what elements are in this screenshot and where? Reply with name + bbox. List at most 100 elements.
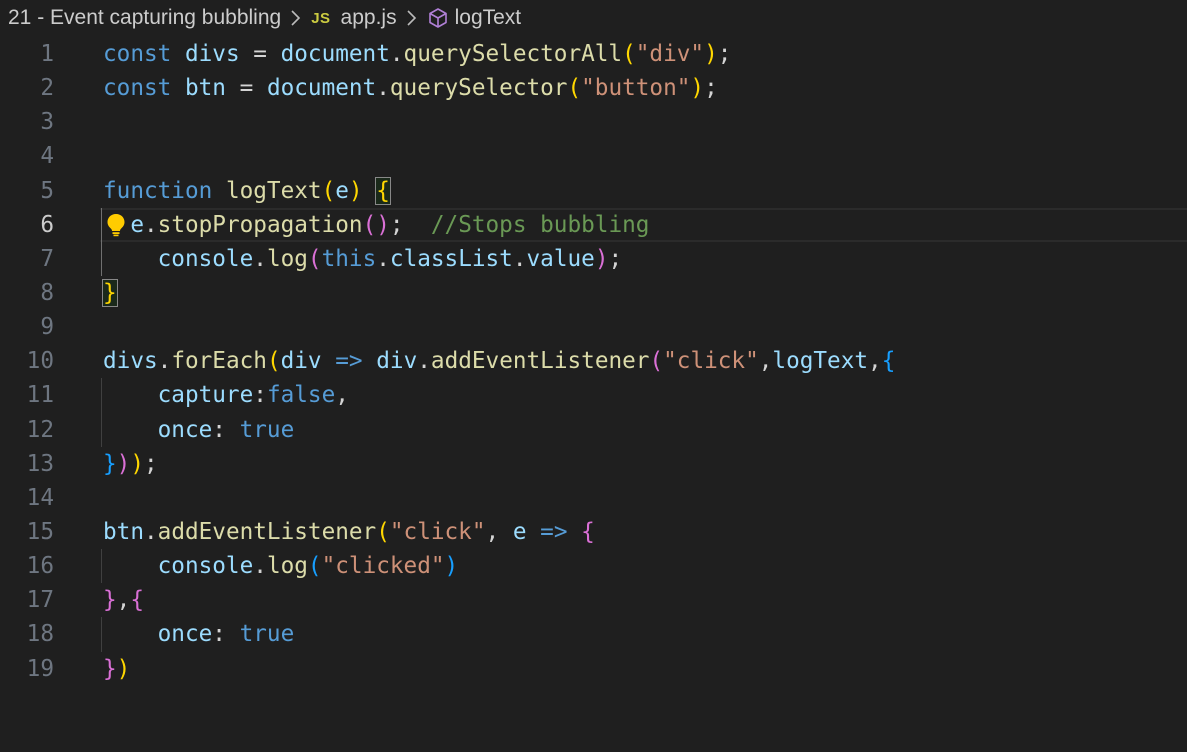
code-token: () xyxy=(362,211,390,238)
code-editor[interactable]: 21 - Event capturing bubbling JS app.js … xyxy=(0,0,1187,752)
code-line[interactable]: 19}) xyxy=(0,652,1187,686)
line-number[interactable]: 1 xyxy=(0,37,54,71)
line-number[interactable]: 4 xyxy=(0,139,54,173)
line-number[interactable]: 2 xyxy=(0,71,54,105)
code-token: ; xyxy=(144,450,158,477)
line-number[interactable]: 16 xyxy=(0,549,54,583)
line-number[interactable]: 15 xyxy=(0,515,54,549)
code-line[interactable]: 16 console.log("clicked") xyxy=(0,549,1187,584)
line-number[interactable]: 14 xyxy=(0,481,54,515)
line-number[interactable]: 3 xyxy=(0,105,54,139)
code-token: log xyxy=(266,553,308,580)
code-area[interactable]: 1 const divs = document.querySelectorAll(… xyxy=(0,37,1187,686)
breadcrumb-symbol[interactable]: logText xyxy=(455,6,522,30)
line-number[interactable]: 8 xyxy=(0,276,54,310)
line-number[interactable]: 13 xyxy=(0,447,54,481)
code-text: function logText(e) { xyxy=(103,174,391,208)
code-token: , xyxy=(335,382,349,409)
code-token: , xyxy=(485,518,513,545)
line-number[interactable]: 19 xyxy=(0,652,54,686)
code-token: } xyxy=(102,278,118,307)
code-token: e xyxy=(512,518,541,545)
code-line[interactable]: 7 console.log(this.classList.value); xyxy=(0,241,1187,276)
code-token: document xyxy=(266,75,377,102)
line-number[interactable]: 9 xyxy=(0,310,54,344)
code-line[interactable]: 1 const divs = document.querySelectorAll(… xyxy=(0,37,1187,71)
code-token: ( xyxy=(649,348,664,375)
code-token: once xyxy=(157,416,213,443)
code-token: capture xyxy=(157,382,254,409)
code-line[interactable]: 8} xyxy=(0,276,1187,310)
code-line[interactable]: 2 const btn = document.querySelector("but… xyxy=(0,71,1187,105)
line-number[interactable]: 5 xyxy=(0,174,54,208)
code-text: once: true xyxy=(103,617,295,651)
code-token: . xyxy=(253,553,267,580)
chevron-right-icon xyxy=(289,9,301,27)
line-number[interactable]: 18 xyxy=(0,617,54,651)
code-line[interactable]: 15 btn.addEventListener("click", e => { xyxy=(0,515,1187,549)
code-token: . xyxy=(512,245,527,272)
code-text: once: true xyxy=(103,413,295,447)
code-text: const btn = document.querySelector("butt… xyxy=(103,71,718,105)
code-token: //Stops bubbling xyxy=(430,211,650,238)
code-line[interactable]: 3 xyxy=(0,105,1187,139)
code-token: . xyxy=(376,75,390,102)
code-token: => xyxy=(335,348,363,375)
code-line[interactable]: 12 once: true xyxy=(0,412,1187,447)
code-token: stopPropagation xyxy=(157,211,363,238)
code-token: "button" xyxy=(581,75,691,102)
code-line[interactable]: 10 divs.forEach(div => div.addEventListen… xyxy=(0,344,1187,378)
code-token: ( xyxy=(376,518,390,545)
lightbulb-icon[interactable] xyxy=(105,213,127,237)
code-token: e xyxy=(130,211,144,238)
breadcrumb-file[interactable]: app.js xyxy=(341,6,397,30)
breadcrumb-folder[interactable]: 21 - Event capturing bubbling xyxy=(8,6,281,30)
code-token: div xyxy=(376,348,418,375)
code-token: ; xyxy=(389,211,431,238)
code-line[interactable]: 18 once: true xyxy=(0,617,1187,652)
code-token: ( xyxy=(567,75,582,102)
code-text: capture:false, xyxy=(103,378,349,412)
code-line[interactable]: 4 xyxy=(0,139,1187,173)
breadcrumb: 21 - Event capturing bubbling JS app.js … xyxy=(8,4,521,32)
code-token: document xyxy=(280,41,390,67)
code-text: const divs = document.querySelectorAll("… xyxy=(103,37,731,71)
chevron-right-icon xyxy=(405,9,417,27)
code-text: btn.addEventListener("click", e => { xyxy=(103,515,595,549)
code-token: } xyxy=(103,587,117,614)
line-number[interactable]: 10 xyxy=(0,344,54,378)
line-number[interactable]: 12 xyxy=(0,413,54,447)
code-line[interactable]: 14 xyxy=(0,481,1187,515)
code-line[interactable]: 9 xyxy=(0,310,1187,344)
code-token: btn xyxy=(184,75,240,102)
code-text: },{ xyxy=(103,583,144,617)
code-line[interactable]: 13})); xyxy=(0,447,1187,481)
code-token: { xyxy=(581,518,595,545)
code-text: divs.forEach(div => div.addEventListener… xyxy=(103,344,895,378)
code-token: once xyxy=(157,621,213,648)
code-token: ( xyxy=(307,553,322,580)
code-token: = xyxy=(239,75,267,102)
line-number[interactable]: 6 xyxy=(0,208,54,242)
code-token: . xyxy=(157,348,172,375)
code-token: ( xyxy=(321,177,336,204)
code-line[interactable]: 5 function logText(e) { xyxy=(0,174,1187,208)
code-line[interactable]: 11 capture:false, xyxy=(0,378,1187,413)
code-token: : xyxy=(212,621,240,648)
code-token: const xyxy=(103,41,185,67)
code-token: ) xyxy=(348,177,363,204)
code-token: true xyxy=(239,621,295,648)
code-token: true xyxy=(239,416,295,443)
code-line[interactable]: 6 e.stopPropagation(); //Stops bubbling xyxy=(0,207,1187,242)
code-token: ( xyxy=(307,245,322,272)
code-token: "click" xyxy=(663,348,759,375)
code-token: classList xyxy=(389,245,513,272)
code-line[interactable]: 17 },{ xyxy=(0,583,1187,617)
code-token: , xyxy=(116,587,131,614)
line-number[interactable]: 7 xyxy=(0,242,54,276)
line-number[interactable]: 17 xyxy=(0,583,54,617)
line-number[interactable]: 11 xyxy=(0,378,54,412)
